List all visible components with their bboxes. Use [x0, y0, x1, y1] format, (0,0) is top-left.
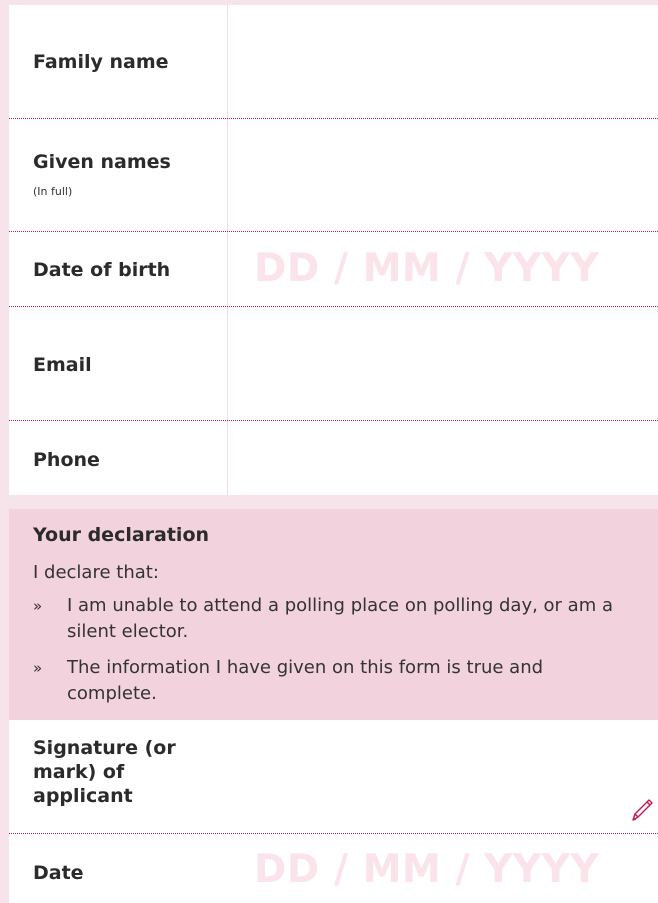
declaration-item-text: The information I have given on this for…	[67, 657, 544, 704]
applicant-details-panel: Family name Given names (In full) Date o…	[9, 5, 658, 495]
bullet-mark: »	[33, 659, 43, 677]
signature-field[interactable]	[247, 720, 658, 833]
given-names-row: Given names (In full)	[9, 119, 658, 232]
date-of-birth-row: Date of birth DD / MM / YYYY	[9, 232, 658, 307]
declaration-box: Your declaration I declare that: » I am …	[9, 509, 658, 720]
email-row: Email	[9, 307, 658, 421]
declaration-title: Your declaration	[33, 524, 210, 546]
date-of-birth-label: Date of birth	[33, 259, 171, 281]
family-name-row: Family name	[9, 5, 658, 119]
date-of-birth-placeholder: DD / MM / YYYY	[254, 246, 600, 291]
declaration-item-text: I am unable to attend a polling place on…	[67, 595, 613, 642]
given-names-label: Given names	[33, 151, 171, 173]
date-row: Date DD / MM / YYYY	[9, 834, 658, 903]
given-names-field[interactable]	[228, 119, 658, 231]
email-field[interactable]	[228, 307, 658, 420]
date-label: Date	[33, 862, 84, 884]
given-names-hint: (In full)	[33, 185, 73, 198]
bullet-mark: »	[33, 597, 43, 615]
signature-panel: Signature (or mark) of applicant Date DD…	[9, 720, 658, 903]
family-name-field[interactable]	[228, 5, 658, 118]
declaration-intro: I declare that:	[33, 562, 159, 583]
signature-row: Signature (or mark) of applicant	[9, 720, 658, 834]
phone-label: Phone	[33, 449, 100, 471]
phone-row: Phone	[9, 421, 658, 495]
date-placeholder: DD / MM / YYYY	[254, 847, 600, 892]
signature-label: Signature (or mark) of applicant	[33, 737, 176, 807]
phone-field[interactable]	[228, 421, 658, 495]
email-label: Email	[33, 354, 92, 376]
family-name-label: Family name	[33, 51, 169, 73]
pencil-icon	[632, 799, 653, 821]
